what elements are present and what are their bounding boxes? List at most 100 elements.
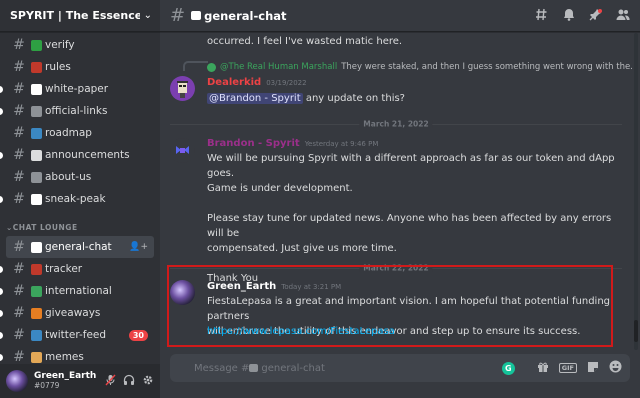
scrollbar-thumb[interactable] — [634, 320, 638, 342]
user-panel: Green_Earth #0779 — [0, 364, 160, 398]
hash-icon: # — [13, 261, 25, 277]
channel-name: official-links — [45, 105, 108, 117]
channel-item[interactable]: # verify — [6, 34, 154, 56]
gif-icon[interactable]: GIF — [558, 363, 577, 373]
channel-emoji-icon — [31, 149, 42, 161]
message-line: Please stay tune for updated news. Anyon… — [207, 213, 612, 239]
pin-icon[interactable] — [589, 8, 602, 24]
chevron-down-icon: ⌄ — [6, 222, 13, 232]
channel-emoji-icon — [31, 241, 42, 253]
reply-avatar — [207, 62, 216, 72]
message-author[interactable]: Brandon - Spyrit — [207, 138, 300, 149]
reply-text: They were staked, and then I guess somet… — [341, 62, 632, 72]
speech-bubble-icon — [191, 11, 202, 20]
channel-item[interactable]: # international — [0, 280, 154, 302]
hash-icon: # — [13, 81, 25, 97]
message-fragment: occurred. I feel I've wasted matic here. — [207, 36, 403, 47]
channel-item[interactable]: # announcements — [0, 144, 154, 166]
message-line: We will be pursuing Spyrit with a differ… — [207, 153, 615, 179]
sticker-icon[interactable] — [587, 361, 599, 376]
channel-item[interactable]: # rules — [6, 56, 154, 78]
hash-icon: # — [13, 283, 25, 299]
channel-item[interactable]: # giveaways — [0, 302, 154, 324]
channel-emoji-icon — [31, 127, 42, 139]
channel-name: international — [45, 285, 112, 297]
channel-item[interactable]: # sneak-peak — [0, 188, 154, 210]
channel-name: memes — [45, 351, 84, 363]
channel-name: tracker — [45, 263, 83, 275]
message-link[interactable]: https://www.lepasa.com/FiestaLepasa — [207, 326, 395, 337]
channel-item[interactable]: # tracker — [0, 258, 154, 280]
channel-name: announcements — [45, 149, 130, 161]
channel-emoji-icon — [31, 329, 42, 341]
threads-icon[interactable] — [536, 8, 549, 24]
avatar[interactable] — [170, 76, 195, 101]
hash-icon: # — [13, 147, 25, 163]
message-line: FiestaLepasa is a great and important vi… — [207, 296, 611, 322]
channel-emoji-icon — [31, 171, 42, 183]
bell-icon[interactable] — [563, 8, 575, 24]
mention-badge: 30 — [128, 329, 148, 341]
channel-emoji-icon — [31, 61, 42, 73]
server-header[interactable]: SPYRIT | The Essence ... ⌄ — [0, 0, 160, 32]
message-author[interactable]: Green_Earth — [207, 281, 276, 292]
speech-bubble-icon — [249, 364, 259, 372]
user-info[interactable]: Green_Earth #0779 — [34, 371, 105, 390]
channel-title-text: general-chat — [204, 8, 287, 23]
composer-channel: general-chat — [261, 362, 325, 374]
pixel-avatar-icon — [177, 81, 188, 98]
unread-indicator — [0, 310, 3, 317]
hash-icon: # — [13, 191, 25, 207]
channel-emoji-icon — [31, 39, 42, 51]
message-link-row: https://www.lepasa.com/FiestaLepasa — [207, 324, 395, 339]
channel-item[interactable]: # twitter-feed 30 — [0, 324, 154, 346]
channel-item[interactable]: # roadmap — [6, 122, 154, 144]
unread-indicator — [0, 86, 3, 93]
unread-indicator — [0, 266, 3, 273]
channel-item[interactable]: # about-us — [6, 166, 154, 188]
channel-item[interactable]: # official-links — [0, 100, 154, 122]
invite-member-icon[interactable]: 👤+ — [129, 242, 148, 252]
member-list-icon[interactable] — [616, 8, 630, 24]
hash-icon: # — [13, 103, 25, 119]
hash-icon: # — [13, 37, 25, 53]
channel-name: roadmap — [45, 127, 92, 139]
avatar[interactable] — [170, 138, 195, 163]
channel-emoji-icon — [31, 285, 42, 297]
message-composer[interactable]: Message # general-chat G GIF — [170, 354, 630, 382]
message-text: any update on this? — [302, 93, 405, 104]
scrollbar[interactable] — [634, 33, 638, 350]
channel-item[interactable]: # general-chat 👤+ — [6, 236, 154, 258]
message-header: Green_Earth Today at 3:21 PM — [207, 281, 341, 292]
message-content: @Brandon - Spyrit any update on this? — [207, 91, 405, 106]
category-label: CHAT LOUNGE — [12, 222, 78, 232]
category-header[interactable]: ⌄ CHAT LOUNGE — [0, 218, 160, 236]
message-line: compensated. Just give us more time. — [207, 243, 397, 254]
hash-icon: # — [13, 327, 25, 343]
channel-list: # verify # rules # white-paper # official-links… — [0, 32, 160, 368]
user-avatar[interactable] — [6, 370, 28, 392]
message-list: occurred. I feel I've wasted matic here.… — [160, 33, 632, 350]
grammarly-icon[interactable]: G — [501, 361, 515, 375]
channel-name: sneak-peak — [45, 193, 106, 205]
unread-indicator — [0, 152, 3, 159]
emoji-icon[interactable] — [609, 360, 622, 376]
user-mention[interactable]: @Brandon - Spyrit — [207, 93, 303, 104]
composer-placeholder: Message # — [194, 362, 250, 374]
channel-name: verify — [45, 39, 75, 51]
avatar[interactable] — [170, 280, 195, 305]
message-input[interactable]: Message # general-chat — [194, 363, 502, 374]
settings-gear-icon[interactable] — [142, 374, 154, 389]
message-author[interactable]: Dealerkid — [207, 77, 261, 88]
reply-author[interactable]: @The Real Human Marshall — [220, 62, 337, 72]
channel-item[interactable]: # white-paper — [0, 78, 154, 100]
reply-reference[interactable]: @The Real Human Marshall They were stake… — [207, 62, 632, 72]
gift-icon[interactable] — [537, 361, 549, 376]
chat-main: # general-chat occurred. I feel I've was… — [160, 0, 640, 398]
message-timestamp: Yesterday at 9:46 PM — [304, 140, 379, 148]
chevron-down-icon[interactable]: ⌄ — [144, 10, 152, 21]
headphones-icon[interactable] — [123, 374, 135, 389]
hash-icon: # — [13, 239, 25, 255]
channel-name: general-chat — [45, 241, 112, 253]
mute-mic-icon[interactable] — [105, 374, 116, 389]
